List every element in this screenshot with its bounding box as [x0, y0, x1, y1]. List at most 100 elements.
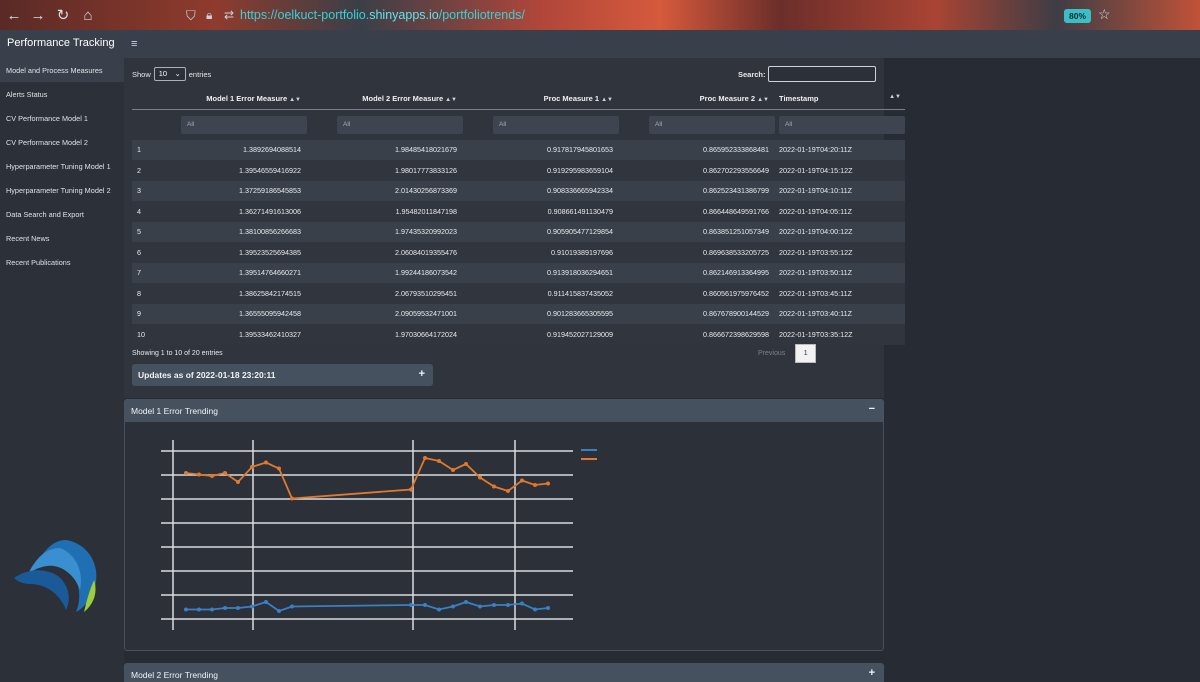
table-cell: 0.905905477129854 — [463, 221, 619, 242]
filter-input-proc-measure-2[interactable]: All — [649, 115, 775, 134]
filter-input-model1-error[interactable]: All — [181, 115, 307, 134]
table-row[interactable]: 7 1.39514764660271 1.99244186073542 0.91391… — [132, 262, 905, 283]
zoom-badge[interactable]: 80% — [1064, 9, 1092, 23]
data-point[interactable] — [223, 471, 227, 475]
table-cell: 2022-01-19T03:35:12Z — [775, 324, 905, 345]
filter-input-model2-error[interactable]: All — [337, 115, 463, 134]
table-row[interactable]: 10 1.39533462410327 1.97030664172024 0.9194… — [132, 324, 905, 345]
data-point[interactable] — [546, 481, 550, 486]
collapse-icon[interactable]: − — [869, 403, 875, 415]
data-point[interactable] — [250, 604, 254, 609]
address-bar[interactable]: https://oelkuct-portfolio.shinyapps.io/p… — [180, 5, 1120, 25]
data-point[interactable] — [451, 468, 455, 472]
data-point[interactable] — [197, 472, 201, 477]
sidebar-item-recent-news[interactable]: Recent News — [0, 226, 124, 250]
data-point[interactable] — [423, 603, 427, 607]
data-point[interactable] — [184, 607, 188, 612]
column-header-timestamp[interactable]: Timestamp ▲▼ — [775, 88, 905, 110]
previous-button[interactable]: Previous — [758, 350, 785, 357]
data-point[interactable] — [223, 606, 227, 610]
table-row[interactable]: 6 1.39523525694385 2.06084019355476 0.91019… — [132, 242, 905, 263]
home-icon[interactable]: ⌂ — [76, 3, 100, 27]
data-point[interactable] — [409, 487, 413, 492]
filter-input-timestamp[interactable]: All — [779, 115, 905, 134]
data-point[interactable] — [184, 471, 188, 475]
sidebar-item-cv-performance-model-1[interactable]: CV Performance Model 1 — [0, 106, 124, 130]
sidebar-item-hyperparameter-tuning-model-2[interactable]: Hyperparameter Tuning Model 2 — [0, 178, 124, 202]
data-point[interactable] — [236, 606, 240, 610]
data-point[interactable] — [264, 460, 268, 465]
table-length-control: Show 10 ⌄ entries — [132, 67, 211, 81]
data-point[interactable] — [506, 489, 510, 493]
filter-input-proc-measure-1[interactable]: All — [493, 115, 619, 134]
table-row[interactable]: 8 1.38625842174515 2.06793510295451 0.91141… — [132, 283, 905, 304]
data-point[interactable] — [533, 483, 537, 487]
sidebar-item-hyperparameter-tuning-model-1[interactable]: Hyperparameter Tuning Model 1 — [0, 154, 124, 178]
sidebar-item-alerts-status[interactable]: Alerts Status — [0, 82, 124, 106]
data-point[interactable] — [423, 456, 427, 460]
data-point[interactable] — [290, 604, 294, 609]
data-table: Model 1 Error Measure ▲▼ Model 2 Error Me… — [132, 88, 905, 345]
data-point[interactable] — [464, 462, 468, 466]
url-text[interactable]: https://oelkuct-portfolio.shinyapps.io/p… — [240, 8, 525, 22]
entries-select[interactable]: 10 ⌄ — [153, 67, 186, 81]
data-point[interactable] — [210, 474, 214, 478]
data-point[interactable] — [236, 480, 240, 484]
sidebar-item-cv-performance-model-2[interactable]: CV Performance Model 2 — [0, 130, 124, 154]
browser-toolbar: ← → ↻ ⌂ ⛉ 🔒︎ ⇄ https://oelkuct-portfolio… — [0, 0, 1200, 30]
updates-collapsible[interactable]: Updates as of 2022-01-18 23:20:11 + — [132, 364, 433, 386]
data-point[interactable] — [197, 607, 201, 612]
table-cell: 5 — [132, 221, 151, 242]
data-point[interactable] — [520, 478, 524, 483]
table-row[interactable]: 9 1.36555095942458 2.09059532471001 0.90128… — [132, 303, 905, 324]
data-point[interactable] — [506, 603, 510, 607]
table-row[interactable]: 3 1.37259186545853 2.01430256873369 0.90833… — [132, 180, 905, 201]
data-point[interactable] — [210, 607, 214, 612]
table-row[interactable]: 5 1.38100856266683 1.97435320992023 0.90590… — [132, 221, 905, 242]
sort-icon: ▲▼ — [601, 97, 613, 103]
sidebar-toggle-icon[interactable]: ≡ — [131, 38, 137, 50]
column-header-proc-measure-1[interactable]: Proc Measure 1 ▲▼ — [463, 88, 619, 110]
data-point[interactable] — [492, 484, 496, 489]
column-header-model1-error[interactable]: Model 1 Error Measure ▲▼ — [151, 88, 307, 110]
data-point[interactable] — [250, 465, 254, 469]
main-content: Show 10 ⌄ entries Search: Model 1 Error M… — [124, 58, 1200, 682]
back-icon[interactable]: ← — [2, 3, 26, 27]
expand-icon[interactable]: + — [419, 368, 425, 380]
data-point[interactable] — [520, 601, 524, 606]
data-point[interactable] — [437, 459, 441, 463]
column-header-proc-measure-2[interactable]: Proc Measure 2 ▲▼ — [619, 88, 775, 110]
table-cell: 0.866672398629598 — [619, 324, 775, 345]
sidebar-item-model-process-measures[interactable]: Model and Process Measures — [0, 58, 124, 82]
bookmark-star-icon[interactable]: ☆ — [1098, 6, 1111, 23]
sidebar-item-data-search-export[interactable]: Data Search and Export — [0, 202, 124, 226]
data-point[interactable] — [492, 603, 496, 607]
page-button-1[interactable]: 1 — [795, 344, 817, 363]
data-point[interactable] — [409, 603, 413, 607]
data-point[interactable] — [451, 604, 455, 609]
data-point[interactable] — [478, 475, 482, 480]
forward-icon[interactable]: → — [26, 3, 50, 27]
table-cell: 1 — [132, 139, 151, 160]
column-header-model2-error[interactable]: Model 2 Error Measure ▲▼ — [307, 88, 463, 110]
table-row[interactable]: 1 1.3892694088514 1.98485418021679 0.917817… — [132, 139, 905, 160]
data-point[interactable] — [264, 600, 268, 604]
data-point[interactable] — [277, 609, 281, 613]
data-point[interactable] — [290, 496, 294, 501]
table-row[interactable]: 2 1.39546559416922 1.98017773833126 0.91929… — [132, 160, 905, 181]
sidebar-item-recent-publications[interactable]: Recent Publications — [0, 250, 124, 274]
data-point[interactable] — [277, 466, 281, 471]
data-point[interactable] — [478, 604, 482, 609]
data-point[interactable] — [533, 607, 537, 612]
table-cell: 1.39523525694385 — [151, 242, 307, 263]
reload-icon[interactable]: ↻ — [51, 3, 75, 27]
search-input[interactable] — [767, 66, 876, 82]
table-row[interactable]: 4 1.36271491613006 1.95482011847198 0.90866… — [132, 201, 905, 222]
model1-error-card: Model 1 Error Trending − — [124, 399, 884, 651]
data-point[interactable] — [437, 607, 441, 612]
data-point[interactable] — [546, 606, 550, 610]
model2-card-header[interactable]: Model 2 Error Trending + — [125, 664, 883, 682]
model1-card-header[interactable]: Model 1 Error Trending − — [125, 400, 883, 422]
expand-icon[interactable]: + — [869, 667, 875, 679]
data-point[interactable] — [464, 600, 468, 604]
